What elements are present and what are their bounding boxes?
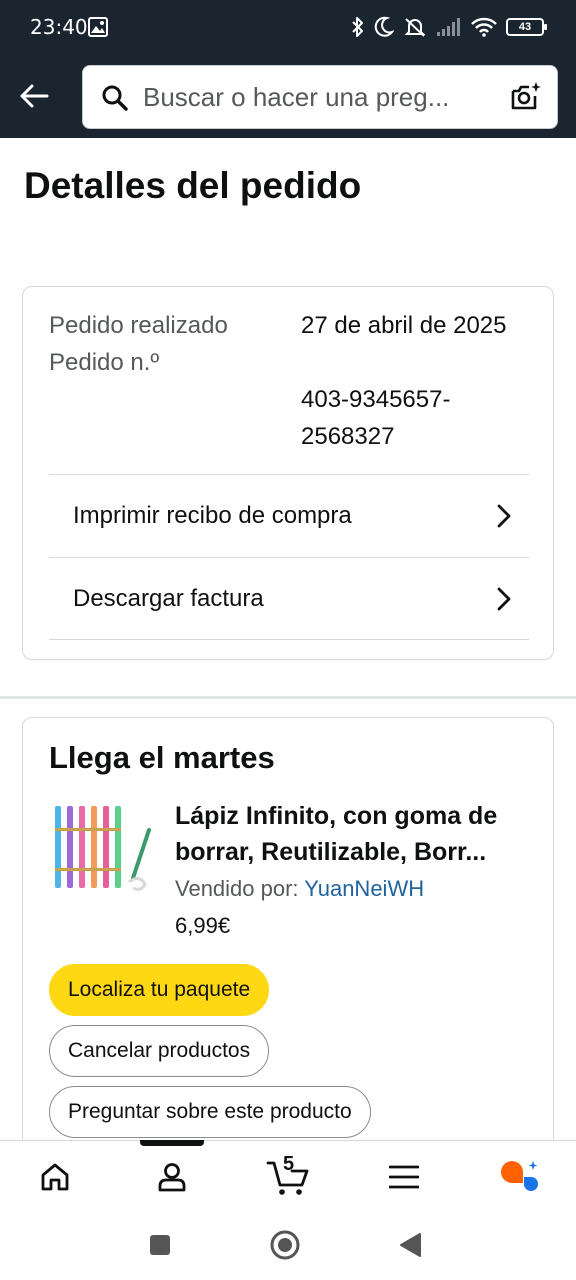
- search-bar[interactable]: [82, 65, 558, 129]
- order-date: 27 de abril de 2025: [301, 312, 507, 339]
- section-separator: [0, 696, 576, 699]
- cancel-items-button[interactable]: Cancelar productos: [49, 1025, 270, 1077]
- cart-count-badge: 5: [283, 1153, 295, 1175]
- nav-home[interactable]: [25, 1155, 85, 1199]
- home-icon: [41, 1163, 69, 1191]
- delivery-card: Llega el martes Lápiz Infinito, con goma…: [22, 717, 554, 1177]
- ask-about-product-button[interactable]: Preguntar sobre este producto: [49, 1086, 371, 1138]
- square-icon: [150, 1235, 170, 1255]
- seller-label: Vendido por:: [175, 876, 299, 901]
- camera-search-icon[interactable]: [509, 80, 543, 114]
- seller-info: Vendido por: YuanNeiWH: [175, 876, 424, 902]
- menu-icon: [389, 1165, 419, 1189]
- order-number-label: Pedido n.º: [49, 349, 160, 376]
- wifi-icon: [471, 17, 497, 37]
- bluetooth-icon: [352, 17, 363, 37]
- nav-cart[interactable]: 5: [258, 1153, 318, 1199]
- product-image[interactable]: [49, 804, 157, 896]
- profile-icon: [158, 1163, 186, 1192]
- bottom-navigation: 5: [0, 1140, 576, 1212]
- download-invoice-link[interactable]: Descargar factura: [49, 558, 529, 640]
- seller-link[interactable]: YuanNeiWH: [304, 876, 424, 901]
- delivery-status: Llega el martes: [49, 740, 275, 775]
- search-icon: [102, 85, 128, 111]
- status-icons: 43: [351, 14, 547, 40]
- order-number: 403-9345657-2568327: [301, 386, 451, 450]
- order-placed-label: Pedido realizado: [49, 312, 228, 339]
- nav-profile[interactable]: [142, 1155, 202, 1199]
- print-receipt-label: Imprimir recibo de compra: [73, 502, 352, 529]
- recent-apps-button[interactable]: [145, 1230, 175, 1260]
- download-invoice-label: Descargar factura: [73, 585, 264, 612]
- triangle-back-icon: [400, 1233, 421, 1257]
- app-header: [0, 56, 576, 138]
- silent-icon: [404, 18, 426, 37]
- print-receipt-link[interactable]: Imprimir recibo de compra: [49, 475, 529, 557]
- nav-rufus[interactable]: [490, 1155, 550, 1199]
- battery-level: 43: [518, 21, 532, 33]
- photo-icon: [88, 17, 108, 37]
- page-title: Detalles del pedido: [24, 165, 362, 206]
- home-system-button[interactable]: [270, 1230, 300, 1260]
- status-time: 23:40: [30, 15, 88, 39]
- chevron-right-icon: [497, 504, 511, 528]
- product-title[interactable]: Lápiz Infinito, con goma de borrar, Reut…: [175, 798, 535, 870]
- status-bar: 23:40 43: [0, 0, 576, 56]
- rufus-icon: [501, 1161, 538, 1191]
- back-button[interactable]: [14, 76, 54, 116]
- track-package-button[interactable]: Localiza tu paquete: [49, 964, 270, 1016]
- moon-icon: [374, 16, 394, 37]
- active-tab-indicator: [140, 1140, 204, 1146]
- nav-menu[interactable]: [374, 1155, 434, 1199]
- circle-icon: [270, 1230, 300, 1260]
- signal-icon: [437, 18, 460, 36]
- divider: [49, 639, 529, 640]
- product-price: 6,99€: [175, 913, 231, 938]
- system-navigation: [0, 1212, 576, 1280]
- chevron-right-icon: [497, 587, 511, 611]
- search-input[interactable]: [143, 66, 503, 128]
- order-summary-card: Pedido realizado Pedido n.º 27 de abril …: [22, 286, 554, 660]
- back-arrow-icon: [20, 84, 49, 108]
- battery-icon: 43: [506, 18, 547, 36]
- back-system-button[interactable]: [395, 1230, 425, 1260]
